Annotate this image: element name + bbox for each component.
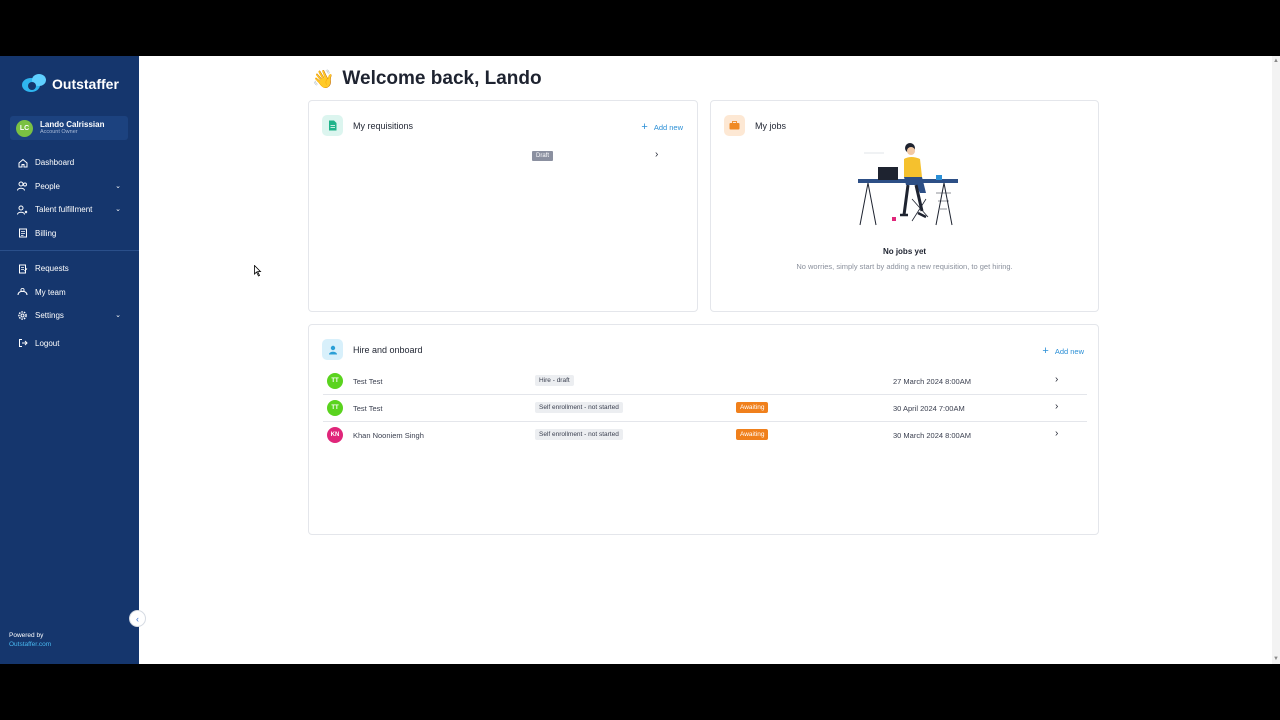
scroll-down-icon[interactable]: ▼ (1273, 656, 1279, 662)
app-window: Outstaffer LC Lando Calrissian Account O… (0, 56, 1280, 664)
chevron-right-icon[interactable]: › (1055, 428, 1058, 439)
add-new-label: Add new (653, 122, 683, 132)
requests-icon (17, 263, 28, 274)
table-row[interactable]: TT Test Test Hire - draft 27 March 2024 … (323, 368, 1087, 395)
mouse-cursor-icon (254, 265, 262, 277)
waving-hand-icon: 👋 (312, 68, 335, 89)
chevron-right-icon[interactable]: › (655, 149, 658, 160)
jobs-title: My jobs (755, 120, 787, 131)
talent-icon (17, 204, 28, 215)
person-icon (322, 339, 343, 360)
sidebar-item-requests[interactable]: Requests (0, 257, 139, 281)
team-icon (17, 287, 28, 298)
document-icon (322, 115, 343, 136)
chevron-down-icon: ⌄ (115, 312, 121, 319)
awaiting-badge: Awaiting (736, 402, 769, 413)
sidebar-item-talent-fulfillment[interactable]: Talent fulfillment ⌄ (0, 198, 139, 222)
user-role: Account Owner (40, 129, 78, 135)
add-hire-button[interactable]: + Add new (1042, 345, 1084, 357)
table-row[interactable]: KN Khan Nooniem Singh Self enrollment - … (323, 422, 1087, 449)
sidebar-item-label: My team (35, 287, 66, 297)
add-requisition-button[interactable]: + Add new (641, 121, 683, 133)
awaiting-badge: Awaiting (736, 429, 769, 440)
sidebar-item-my-team[interactable]: My team (0, 281, 139, 305)
sidebar-nav: Dashboard People ⌄ Talent fulfillment ⌄ (0, 151, 139, 355)
page-title: 👋 Welcome back, Lando (312, 68, 542, 90)
powered-by: Powered by Outstaffer.com (9, 631, 51, 649)
briefcase-icon (724, 115, 745, 136)
hire-onboard-card: Hire and onboard + Add new TT Test Test … (308, 324, 1099, 535)
chevron-right-icon[interactable]: › (1055, 401, 1058, 412)
sidebar-item-people[interactable]: People ⌄ (0, 175, 139, 199)
avatar: TT (327, 400, 343, 416)
start-date: 30 March 2024 8:00AM (893, 431, 971, 440)
sidebar-item-label: People (35, 181, 60, 191)
home-icon (17, 157, 28, 168)
sidebar-item-label: Billing (35, 228, 57, 238)
sidebar-item-label: Logout (35, 338, 60, 348)
avatar: TT (327, 373, 343, 389)
sidebar-item-billing[interactable]: Billing (0, 222, 139, 246)
add-new-label: Add new (1054, 346, 1084, 356)
user-avatar: LC (16, 119, 33, 137)
logout-icon (17, 338, 28, 349)
plus-icon: + (1042, 345, 1049, 357)
brand-name: Outstaffer (52, 76, 119, 92)
status-badge: Hire - draft (535, 375, 574, 386)
powered-by-link[interactable]: Outstaffer.com (9, 640, 51, 649)
sidebar-item-label: Dashboard (35, 158, 75, 168)
brand-logo[interactable]: Outstaffer (22, 74, 119, 94)
sidebar-item-logout[interactable]: Logout (0, 332, 139, 356)
status-badge: Self enrollment - not started (535, 402, 623, 413)
jobs-card: My jobs No jobs yet No worries, simply s… (710, 100, 1099, 312)
sidebar: Outstaffer LC Lando Calrissian Account O… (0, 56, 139, 664)
billing-icon (17, 228, 28, 239)
hire-title: Hire and onboard (353, 344, 423, 355)
plus-icon: + (641, 121, 648, 133)
cloud-logo-icon (22, 74, 48, 94)
hire-name: Khan Nooniem Singh (353, 431, 424, 440)
requisitions-header: My requisitions (322, 115, 413, 136)
nav-divider (0, 250, 139, 251)
empty-state-title: No jobs yet (882, 247, 927, 256)
sidebar-item-label: Settings (35, 311, 64, 321)
status-badge: Self enrollment - not started (535, 429, 623, 440)
sidebar-item-label: Requests (35, 264, 69, 274)
people-icon (17, 181, 28, 192)
sidebar-item-label: Talent fulfillment (35, 205, 93, 215)
requisitions-title: My requisitions (353, 120, 414, 131)
start-date: 30 April 2024 7:00AM (893, 404, 965, 413)
user-card[interactable]: LC Lando Calrissian Account Owner (10, 116, 128, 140)
start-date: 27 March 2024 8:00AM (893, 377, 971, 386)
chevron-right-icon[interactable]: › (1055, 374, 1058, 385)
chevron-left-icon: ‹ (136, 613, 139, 624)
sidebar-item-dashboard[interactable]: Dashboard (0, 151, 139, 175)
scroll-up-icon[interactable]: ▲ (1273, 58, 1279, 64)
chevron-down-icon: ⌄ (115, 206, 121, 213)
welcome-heading: Welcome back, Lando (342, 68, 542, 89)
jobs-header: My jobs (724, 115, 786, 136)
hire-name: Test Test (353, 404, 383, 413)
hire-name: Test Test (353, 377, 383, 386)
gear-icon (17, 310, 28, 321)
status-badge: Draft (532, 151, 554, 161)
powered-by-label: Powered by (9, 632, 44, 639)
user-name: Lando Calrissian (40, 120, 105, 129)
person-at-desk-illustration (858, 143, 958, 226)
table-row[interactable]: TT Test Test Self enrollment - not start… (323, 395, 1087, 422)
chevron-down-icon: ⌄ (115, 182, 121, 190)
sidebar-collapse-button[interactable]: ‹ (129, 610, 146, 627)
empty-state-subtitle: No worries, simply start by adding a new… (796, 262, 1013, 271)
sidebar-item-settings[interactable]: Settings ⌄ (0, 304, 139, 328)
avatar: KN (327, 427, 343, 443)
page-scrollbar[interactable]: ▲ ▼ (1272, 56, 1280, 664)
hire-header: Hire and onboard (322, 339, 423, 360)
requisitions-card: My requisitions + Add new Draft › (308, 100, 698, 312)
